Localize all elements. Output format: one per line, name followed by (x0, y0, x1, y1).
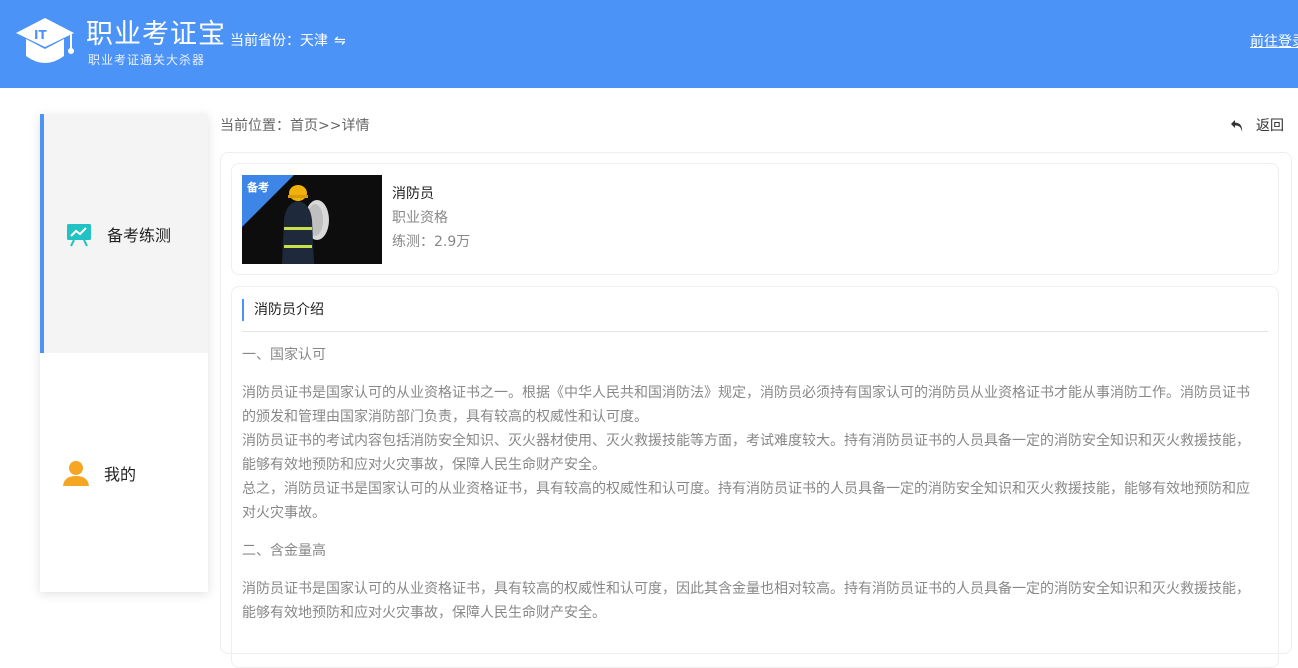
paragraph: 总之，消防员证书是国家认可的从业资格证书，具有较高的权威性和认可度。持有消防员证… (242, 481, 1250, 521)
course-category: 职业资格 (392, 210, 448, 226)
swap-icon: ⇋ (334, 33, 346, 49)
section-content: 消防员证书是国家认可的从业资格证书之一。根据《中华人民共和国消防法》规定，消防员… (242, 381, 1262, 525)
top-header: IT 职业考证宝 职业考证通关大杀器 当前省份：天津 ⇋ 前往登录 (0, 0, 1298, 88)
intro-card: 消防员介绍 一、国家认可 消防员证书是国家认可的从业资格证书之一。根据《中华人民… (231, 286, 1279, 668)
breadcrumb: 当前位置：首页>>详情 (220, 118, 370, 134)
logo-title: 职业考证宝 (86, 19, 226, 50)
logo-subtitle: 职业考证通关大杀器 (88, 53, 206, 67)
sidebar-item-mine[interactable]: 我的 (40, 353, 208, 592)
graduation-cap-icon: IT (16, 18, 74, 63)
course-badge: 备考 (247, 181, 269, 194)
sidebar-item-label: 备考练测 (107, 225, 172, 245)
back-arrow-icon (1231, 120, 1243, 132)
course-thumbnail: 备考 (242, 175, 382, 264)
presentation-chart-icon (67, 223, 91, 246)
intro-body: 一、国家认可 消防员证书是国家认可的从业资格证书之一。根据《中华人民共和国消防法… (242, 343, 1262, 639)
divider (242, 331, 1268, 332)
sidebar-item-label: 我的 (104, 464, 137, 484)
course-name: 消防员 (392, 186, 434, 202)
sidebar-item-practice[interactable]: 备考练测 (40, 114, 208, 353)
course-practice-count: 练测：2.9万 (392, 234, 471, 250)
section-heading: 二、含金量高 (242, 543, 326, 559)
province-label: 当前省份：天津 (230, 33, 328, 49)
paragraph: 消防员证书是国家认可的从业资格证书，具有较高的权威性和认可度，因此其含金量也相对… (242, 581, 1250, 621)
paragraph: 消防员证书是国家认可的从业资格证书之一。根据《中华人民共和国消防法》规定，消防员… (242, 385, 1250, 425)
section-heading: 一、国家认可 (242, 347, 326, 363)
user-icon (63, 460, 89, 486)
province-selector[interactable]: 当前省份：天津 ⇋ (230, 31, 346, 51)
svg-text:IT: IT (34, 28, 47, 42)
back-button[interactable]: 返回 (1230, 116, 1284, 136)
course-card[interactable]: 备考 消防员 职业资格 练测：2.9万 (231, 163, 1279, 275)
sidebar: 备考练测 我的 (40, 114, 208, 592)
section-content: 消防员证书是国家认可的从业资格证书，具有较高的权威性和认可度，因此其含金量也相对… (242, 577, 1262, 625)
back-label: 返回 (1256, 118, 1284, 134)
detail-panel: 备考 消防员 职业资格 练测：2.9万 消防员介绍 一、国家认可 消防员证书是国… (220, 152, 1292, 668)
intro-title: 消防员介绍 (242, 299, 324, 321)
login-link[interactable]: 前往登录 (1250, 32, 1298, 52)
paragraph: 消防员证书的考试内容包括消防安全知识、灭火器材使用、灭火救援技能等方面，考试难度… (242, 433, 1250, 473)
